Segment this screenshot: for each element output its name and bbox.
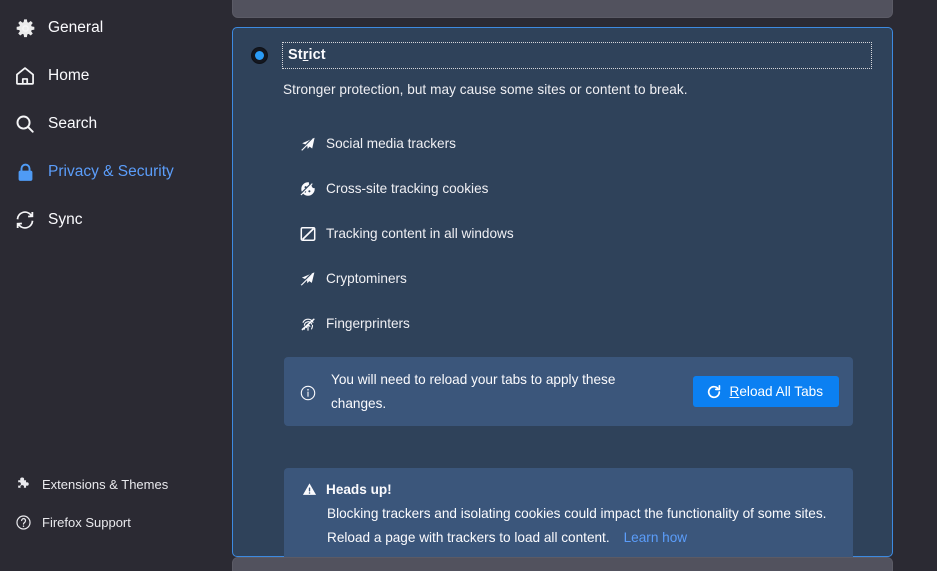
fingerprinter-blocked-icon xyxy=(300,316,316,332)
reload-label-rest: eload All Tabs xyxy=(739,384,823,399)
lock-icon xyxy=(8,162,42,183)
reload-all-tabs-button[interactable]: Reload All Tabs xyxy=(692,376,839,407)
sidebar-item-firefox-support[interactable]: Firefox Support xyxy=(0,503,215,541)
sidebar-item-label: Extensions & Themes xyxy=(42,476,169,492)
strict-blocked-features-list: Social media trackers Cross-site trackin… xyxy=(300,121,872,346)
strict-radio-button[interactable] xyxy=(251,47,268,64)
sidebar-item-extensions-themes[interactable]: Extensions & Themes xyxy=(0,465,215,503)
warning-title: Heads up! xyxy=(326,482,392,497)
feature-label: Fingerprinters xyxy=(326,316,410,331)
preferences-window: General Home Search Privacy & Security S… xyxy=(0,0,937,571)
sidebar-item-privacy-security[interactable]: Privacy & Security xyxy=(0,148,215,196)
sidebar-item-label: Search xyxy=(48,115,98,132)
help-circle-icon xyxy=(8,514,38,531)
search-icon xyxy=(8,113,42,135)
warning-body-copy: Blocking trackers and isolating cookies … xyxy=(327,506,827,545)
feature-social-media-trackers: Social media trackers xyxy=(300,121,872,166)
feature-cryptominers: Cryptominers xyxy=(300,256,872,301)
strict-radio-row[interactable]: Strict xyxy=(247,42,872,69)
standard-option-panel-clipped[interactable]: Balanced for protection and performance.… xyxy=(232,0,893,18)
strict-option-panel[interactable]: Strict Stronger protection, but may caus… xyxy=(232,27,893,565)
reload-tabs-infobar: You will need to reload your tabs to app… xyxy=(284,357,853,426)
sidebar-item-label: General xyxy=(48,19,104,36)
sidebar-primary-nav: General Home Search Privacy & Security S… xyxy=(0,4,215,244)
feature-fingerprinters: Fingerprinters xyxy=(300,301,872,346)
strict-label-prefix: St xyxy=(288,47,303,63)
sidebar-item-search[interactable]: Search xyxy=(0,100,215,148)
privacy-security-pane: Balanced for protection and performance.… xyxy=(215,0,937,571)
sidebar-footer-nav: Extensions & Themes Firefox Support xyxy=(0,465,215,571)
sidebar-item-sync[interactable]: Sync xyxy=(0,196,215,244)
heads-up-warning-box: Heads up! Blocking trackers and isolatin… xyxy=(284,468,853,565)
sidebar-item-label: Sync xyxy=(48,211,83,228)
warning-header: Heads up! xyxy=(302,482,835,497)
warning-body-text: Blocking trackers and isolating cookies … xyxy=(302,502,835,550)
puzzle-icon xyxy=(8,476,38,493)
sidebar-item-label: Privacy & Security xyxy=(48,163,174,180)
custom-option-panel-clipped[interactable] xyxy=(232,557,893,571)
reload-accesskey: R xyxy=(729,384,740,399)
gear-icon xyxy=(8,18,42,39)
feature-label: Tracking content in all windows xyxy=(326,226,514,241)
social-blocked-icon xyxy=(300,136,316,152)
sidebar-item-home[interactable]: Home xyxy=(0,52,215,100)
feature-tracking-content: Tracking content in all windows xyxy=(300,211,872,256)
home-icon xyxy=(8,65,42,87)
feature-label: Cryptominers xyxy=(326,271,407,286)
feature-cross-site-tracking-cookies: Cross-site tracking cookies xyxy=(300,166,872,211)
strict-label-suffix: ict xyxy=(308,47,326,63)
preferences-sidebar: General Home Search Privacy & Security S… xyxy=(0,0,215,571)
info-circle-icon xyxy=(300,383,316,401)
sync-icon xyxy=(8,209,42,231)
strict-label: Strict xyxy=(288,47,326,63)
cryptominer-blocked-icon xyxy=(300,271,316,287)
strict-description: Stronger protection, but may cause some … xyxy=(283,82,688,97)
sidebar-item-label: Home xyxy=(48,67,90,84)
tracking-content-blocked-icon xyxy=(300,226,316,242)
sidebar-item-general[interactable]: General xyxy=(0,4,215,52)
learn-how-link[interactable]: Learn how xyxy=(624,530,687,545)
strict-label-focus-ring: Strict xyxy=(282,42,872,69)
feature-label: Cross-site tracking cookies xyxy=(326,181,489,196)
warning-triangle-icon xyxy=(302,482,317,497)
reload-icon xyxy=(706,384,722,400)
reload-tabs-message: You will need to reload your tabs to app… xyxy=(331,372,616,411)
sidebar-item-label: Firefox Support xyxy=(42,514,131,530)
feature-label: Social media trackers xyxy=(326,136,456,151)
cookie-blocked-icon xyxy=(300,181,316,197)
reload-all-tabs-label: Reload All Tabs xyxy=(730,384,823,399)
